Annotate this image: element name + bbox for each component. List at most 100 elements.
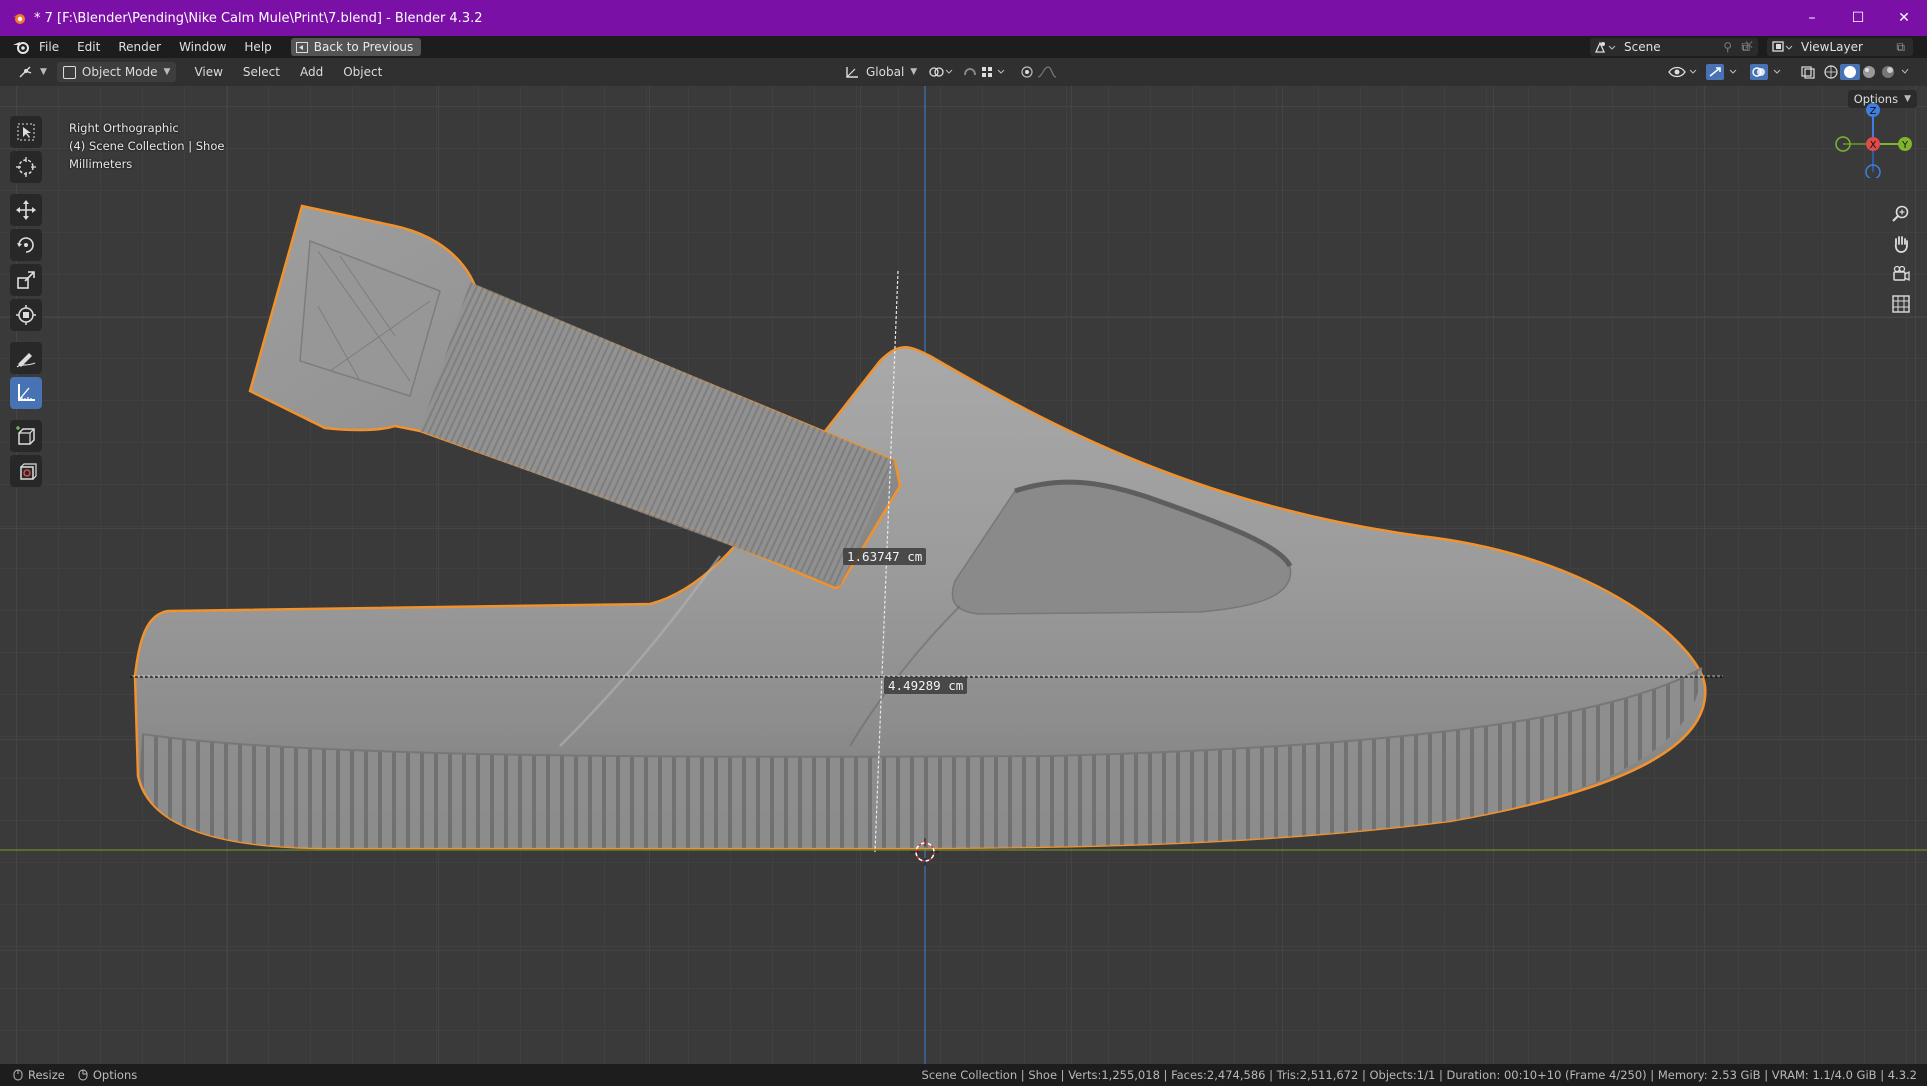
xray-toggle[interactable] — [1796, 62, 1820, 82]
measure-label-strap: 1.63747 cm — [843, 548, 927, 565]
menu-help[interactable]: Help — [235, 36, 280, 58]
back-to-previous-button[interactable]: Back to Previous — [290, 38, 422, 56]
measure-label-width: 4.49289 cm — [884, 677, 968, 694]
grid-icon — [1892, 295, 1910, 313]
viewport-header: ▼ Object Mode ▼ View Select Add Object G… — [0, 58, 1927, 86]
mode-label: Object Mode — [81, 65, 158, 79]
add-cube-icon — [16, 426, 35, 445]
blender-logo-icon[interactable] — [12, 40, 30, 54]
scene-canvas[interactable] — [0, 86, 1927, 1064]
snap-icon — [964, 67, 1005, 77]
status-resize: Resize — [12, 1068, 65, 1082]
menu-render[interactable]: Render — [109, 36, 170, 58]
mode-selector[interactable]: Object Mode ▼ — [56, 62, 177, 82]
pin-icon[interactable]: ⚲ — [1723, 40, 1732, 54]
menu-bar: File Edit Render Window Help Back to Pre… — [0, 36, 1927, 58]
scene-statistics: Scene Collection | Shoe | Verts:1,255,01… — [921, 1068, 1917, 1082]
header-menu-object[interactable]: Object — [333, 58, 392, 86]
cursor-tool[interactable] — [10, 151, 42, 183]
zoom-icon — [1892, 205, 1909, 222]
perspective-toggle-button[interactable] — [1887, 290, 1915, 318]
annotate-tool[interactable] — [10, 342, 42, 374]
menu-file[interactable]: File — [30, 36, 68, 58]
header-menu-select[interactable]: Select — [233, 58, 290, 86]
menu-edit[interactable]: Edit — [68, 36, 109, 58]
pivot-point-selector[interactable] — [924, 62, 958, 82]
zoom-button[interactable] — [1887, 200, 1915, 228]
scene-name: Scene — [1624, 40, 1661, 54]
back-to-previous-label: Back to Previous — [313, 40, 414, 54]
scene-icon — [1594, 41, 1616, 53]
pan-button[interactable] — [1887, 230, 1915, 258]
scale-tool[interactable] — [10, 264, 42, 296]
scene-selector[interactable]: Scene ⚲ ⧉ — [1590, 38, 1758, 56]
strap-ribbed-band — [420, 282, 895, 586]
move-tool[interactable] — [10, 194, 42, 226]
object-mode-icon — [62, 65, 76, 79]
chevron-down-icon: ▼ — [40, 67, 47, 77]
pivot-icon — [929, 67, 953, 77]
gizmo-y-label: Y — [1901, 140, 1909, 151]
maximize-button[interactable]: ☐ — [1835, 0, 1881, 36]
view-layer-icon — [1772, 41, 1793, 52]
move-icon — [16, 200, 36, 220]
proportional-editing-toggle[interactable] — [1016, 62, 1070, 82]
visibility-selector[interactable] — [1664, 62, 1702, 82]
title-bar: * 7 [F:\Blender\Pending\Nike Calm Mule\P… — [0, 0, 1927, 36]
status-resize-label: Resize — [28, 1068, 65, 1082]
chevron-down-icon: ▼ — [910, 67, 918, 77]
rotate-tool[interactable] — [10, 229, 42, 261]
rotate-icon — [17, 237, 34, 253]
select-box-tool[interactable] — [10, 116, 42, 148]
snap-toggle[interactable] — [958, 62, 1014, 82]
gizmo-icon — [1706, 64, 1737, 80]
shading-mode-selector[interactable] — [1818, 62, 1922, 82]
status-bar: Resize Options Scene Collection | Shoe |… — [0, 1064, 1927, 1086]
minimize-button[interactable]: – — [1789, 0, 1835, 36]
viewport-info: Right Orthographic (4) Scene Collection … — [69, 119, 224, 173]
camera-view-button[interactable] — [1887, 260, 1915, 288]
close-button[interactable]: ✕ — [1881, 0, 1927, 36]
transform-tool[interactable] — [10, 299, 42, 331]
header-menu-view[interactable]: View — [184, 58, 232, 86]
overlays-icon — [1750, 64, 1781, 80]
shading-icons — [1824, 64, 1909, 80]
gizmo-z-label: Z — [1870, 106, 1877, 117]
proportional-editing-icon — [1021, 66, 1057, 78]
orientation-label: Global — [866, 65, 905, 79]
add-primitive-tool[interactable] — [10, 455, 42, 487]
collection-info: (4) Scene Collection | Shoe — [69, 139, 225, 153]
menu-window[interactable]: Window — [170, 36, 235, 58]
navigation-gizmo[interactable]: Z Y X — [1833, 98, 1913, 178]
editor-type-selector[interactable]: ▼ — [14, 62, 51, 82]
3d-viewport[interactable]: Right Orthographic (4) Scene Collection … — [0, 86, 1927, 1064]
remove-scene-icon[interactable]: ✕ — [1744, 38, 1754, 52]
select-box-icon — [17, 123, 35, 141]
transform-orientation-selector[interactable]: Global ▼ — [840, 62, 921, 82]
xray-icon — [1801, 66, 1815, 79]
header-menu-add[interactable]: Add — [290, 58, 333, 86]
camera-icon — [1893, 265, 1910, 282]
chevron-down-icon: ▼ — [163, 67, 171, 77]
gizmo-x-label: X — [1870, 140, 1877, 151]
orientation-icon — [846, 67, 858, 78]
blender-app-icon — [13, 14, 25, 24]
new-view-layer-icon[interactable]: ⧉ — [1896, 40, 1905, 55]
add-primitive-icon — [20, 463, 37, 480]
editor-type-icon — [19, 66, 32, 78]
cursor-icon — [16, 157, 36, 177]
gizmo-toggle[interactable] — [1702, 62, 1744, 82]
status-options: Options — [77, 1068, 137, 1082]
tool-shelf — [10, 116, 46, 490]
units-info: Millimeters — [69, 157, 133, 171]
annotate-icon — [16, 353, 36, 368]
window-title: * 7 [F:\Blender\Pending\Nike Calm Mule\P… — [34, 10, 483, 26]
transform-icon — [16, 305, 36, 325]
measure-tool[interactable] — [10, 377, 42, 409]
back-icon — [295, 41, 308, 53]
add-cube-tool[interactable] — [10, 420, 42, 452]
status-options-label: Options — [92, 1068, 138, 1082]
hand-icon — [1894, 236, 1908, 253]
overlays-toggle[interactable] — [1746, 62, 1788, 82]
view-layer-selector[interactable]: ViewLayer ⧉ — [1767, 38, 1913, 56]
